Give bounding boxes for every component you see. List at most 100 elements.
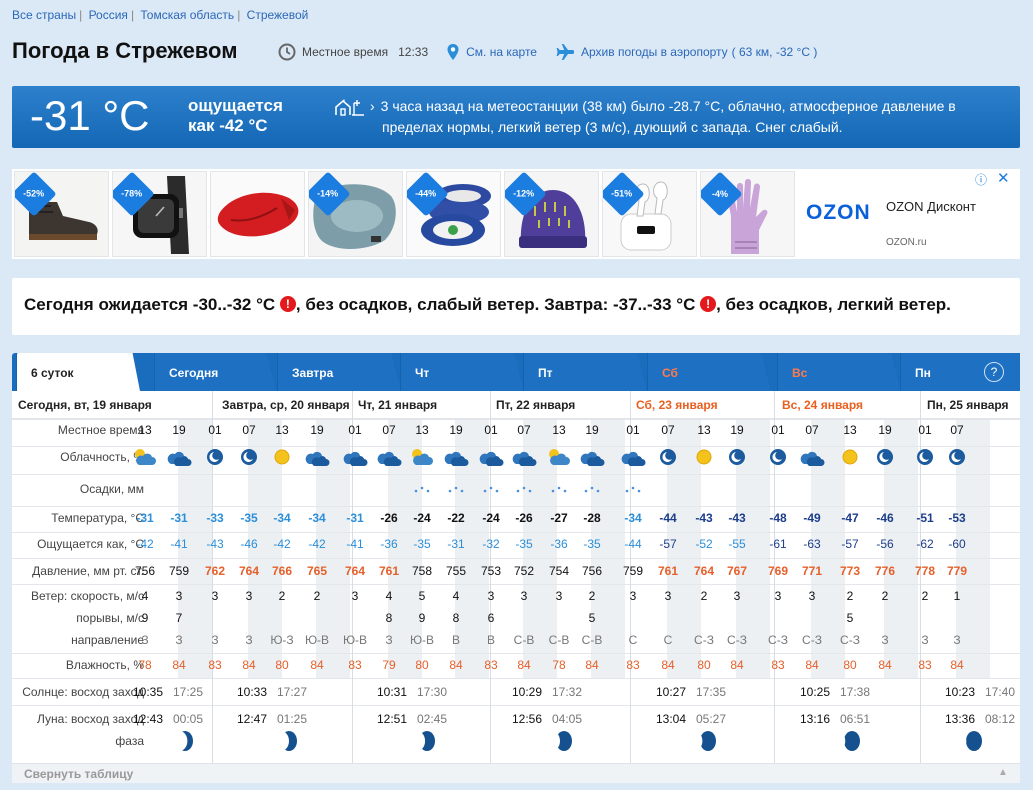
ozon-title[interactable]: OZON Дисконт <box>886 199 976 214</box>
hour-cell: 01 <box>208 423 222 437</box>
airplane-icon <box>556 44 574 60</box>
moon-phase-icon <box>555 731 572 751</box>
warning-icon[interactable]: ! <box>700 296 717 312</box>
wind-speed-cell: 2 <box>588 589 596 603</box>
summary-end: , без осадков, легкий ветер. <box>716 295 951 314</box>
pressure-cell: 761 <box>657 564 679 578</box>
tab-fri[interactable]: Пт <box>523 353 647 391</box>
hour-cell: 13 <box>697 423 711 437</box>
temperature-cell: -26 <box>515 511 533 525</box>
row-label-precip: Осадки, мм <box>79 482 144 496</box>
feels-like-cell: -42 <box>273 537 291 551</box>
hour-cell: 01 <box>626 423 640 437</box>
tab-tomorrow[interactable]: Завтра <box>277 353 401 391</box>
ad-item-bowls[interactable]: -44% <box>406 171 501 257</box>
tab-sat[interactable]: Сб <box>647 353 771 391</box>
archive-link-group[interactable]: Архив погоды в аэропорту ( 63 км, -32 °С… <box>555 44 817 60</box>
hour-cell: 13 <box>843 423 857 437</box>
hour-cell: 19 <box>878 423 892 437</box>
day-header: Сб, 23 января <box>636 398 718 412</box>
wind-speed-cell: 1 <box>953 589 961 603</box>
sun-rise: 10:23 <box>944 685 976 699</box>
pressure-cell: 767 <box>726 564 748 578</box>
moon-icon <box>917 449 933 465</box>
humidity-cell: 83 <box>918 658 932 672</box>
humidity-cell: 84 <box>950 658 964 672</box>
temperature-cell: -49 <box>803 511 821 525</box>
sun-set: 17:30 <box>416 685 448 699</box>
ad-close-icon[interactable]: ✕ <box>997 169 1010 187</box>
wind-speed-cell: 3 <box>211 589 219 603</box>
observation-text: › 3 часа назад на метеостанции (38 км) бы… <box>370 96 1012 138</box>
feels-like-cell: -42 <box>136 537 154 551</box>
feels-like-cell: -62 <box>916 537 934 551</box>
map-link[interactable]: См. на карте <box>466 45 537 59</box>
pressure-cell: 773 <box>839 564 861 578</box>
ad-item-sleeping-bag[interactable] <box>210 171 305 257</box>
tab-today[interactable]: Сегодня <box>154 353 276 391</box>
temperature-cell: -47 <box>841 511 859 525</box>
sun-set: 17:27 <box>276 685 308 699</box>
hour-cell: 07 <box>382 423 396 437</box>
cloud-icon <box>479 451 504 466</box>
humidity-cell: 80 <box>415 658 429 672</box>
moon-set: 00:05 <box>172 712 204 726</box>
ad-item-gloves[interactable]: -4% <box>700 171 795 257</box>
ad-item-boots[interactable]: -52% <box>14 171 109 257</box>
cloud-icon <box>444 451 469 466</box>
hour-cell: 13 <box>138 423 152 437</box>
sun-cloud-icon <box>412 449 433 465</box>
crumb-city[interactable]: Стрежевой <box>247 8 309 22</box>
crumb-separator: | <box>237 8 241 22</box>
humidity-cell: 84 <box>805 658 819 672</box>
archive-link[interactable]: Архив погоды в аэропорту <box>581 45 728 59</box>
ad-item-smartwatch[interactable]: -78% <box>112 171 207 257</box>
pressure-cell: 779 <box>946 564 968 578</box>
ozon-url[interactable]: OZON.ru <box>886 237 927 248</box>
help-icon[interactable]: ? <box>984 362 1004 382</box>
wind-direction-cell: З <box>141 633 149 647</box>
humidity-cell: 83 <box>484 658 498 672</box>
feels-like-line1: ощущается <box>188 96 283 115</box>
tab-6-days[interactable]: 6 суток <box>16 353 140 391</box>
tab-thu[interactable]: Чт <box>400 353 524 391</box>
summary-middle: , без осадков, слабый ветер. Завтра: -37… <box>295 295 696 314</box>
crumb-region[interactable]: Томская область <box>140 8 234 22</box>
snow-icon <box>625 486 641 493</box>
crumb-separator: | <box>79 8 83 22</box>
pressure-cell: 762 <box>204 564 226 578</box>
moon-rise: 12:47 <box>236 712 268 726</box>
sun-rise: 10:27 <box>655 685 687 699</box>
map-link-group[interactable]: См. на карте <box>446 43 537 61</box>
pressure-cell: 766 <box>271 564 293 578</box>
observation-body: 3 часа назад на метеостанции (38 км) был… <box>380 98 956 135</box>
feels-like-cell: -42 <box>308 537 326 551</box>
tab-sun[interactable]: Вс <box>777 353 901 391</box>
pressure-cell: 756 <box>134 564 156 578</box>
ad-banner[interactable]: -52% -78% -14% -44% -12% -51% -4% OZON O… <box>12 169 1020 259</box>
ozon-ad-block[interactable]: OZON OZON Дисконт OZON.ru ⓘ ✕ <box>802 169 1018 257</box>
ad-item-pet-bed[interactable]: -14% <box>308 171 403 257</box>
wind-direction-cell: С-З <box>840 633 860 647</box>
warning-icon[interactable]: ! <box>279 296 296 312</box>
ad-item-hat[interactable]: -12% <box>504 171 599 257</box>
temperature-cell: -43 <box>695 511 713 525</box>
collapse-table-button[interactable]: Свернуть таблицу ▲ <box>12 763 1020 783</box>
moon-rise: 12:51 <box>376 712 408 726</box>
hour-cell: 07 <box>517 423 531 437</box>
wind-direction-cell: С-В <box>548 633 570 647</box>
moon-icon <box>207 449 223 465</box>
ad-item-earbuds[interactable]: -51% <box>602 171 697 257</box>
moon-rise: 12:56 <box>511 712 543 726</box>
ad-info-icon[interactable]: ⓘ <box>975 171 987 188</box>
wind-speed-cell: 3 <box>555 589 563 603</box>
temperature-cell: -33 <box>206 511 224 525</box>
sun-icon <box>842 449 858 465</box>
moon-phase-icon <box>280 731 297 751</box>
crumb-all-countries[interactable]: Все страны <box>12 8 76 22</box>
snow-icon <box>516 486 532 493</box>
sun-rise: 10:25 <box>799 685 831 699</box>
crumb-russia[interactable]: Россия <box>89 8 128 22</box>
hour-cell: 07 <box>661 423 675 437</box>
sun-set: 17:35 <box>695 685 727 699</box>
